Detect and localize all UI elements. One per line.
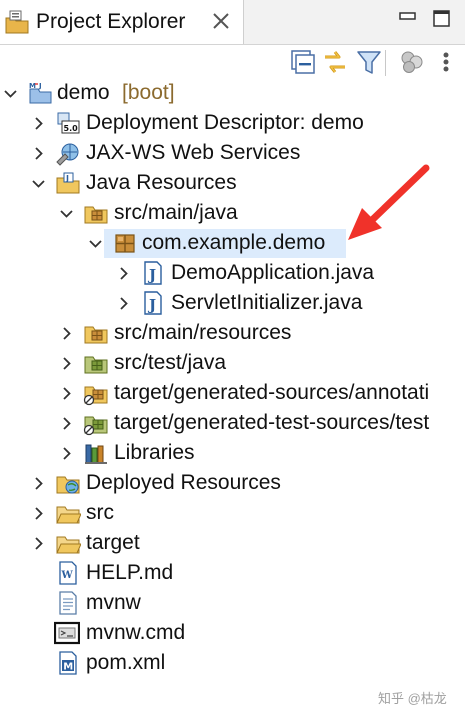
tree-item-label: src/main/resources	[114, 321, 292, 344]
watermark: 知乎 @枯龙	[378, 691, 447, 706]
tree-item-label: target/generated-sources/annotati	[114, 381, 430, 404]
maven-pom-icon: M	[59, 651, 77, 675]
chevron-right-icon[interactable]	[117, 267, 130, 280]
web-services-icon	[56, 143, 79, 166]
source-folder-icon	[84, 206, 108, 224]
chevron-right-icon[interactable]	[60, 357, 73, 370]
tree-item-label: Deployment Descriptor: demo	[86, 111, 364, 134]
tree-item-label: DemoApplication.java	[171, 261, 375, 284]
project-name: demo	[57, 81, 110, 104]
tree-item-mvnw-cmd[interactable]: mvnw.cmd	[0, 618, 465, 648]
tree-item-generated-test-sources[interactable]: target/generated-test-sources/test	[0, 408, 465, 438]
maximize-icon[interactable]	[432, 8, 452, 28]
tree-item-pom-xml[interactable]: M pom.xml	[0, 648, 465, 678]
tree-item-label: target/generated-test-sources/test	[114, 411, 430, 434]
project-decoration: [boot]	[122, 81, 175, 104]
tree-item-label: src/test/java	[114, 351, 227, 374]
test-source-folder-icon	[84, 356, 108, 374]
link-with-editor-icon[interactable]	[321, 48, 349, 76]
header-separator	[0, 44, 465, 45]
tree-item-label: HELP.md	[86, 561, 174, 584]
text-file-icon	[59, 591, 77, 615]
view-tab-bar: Project Explorer	[0, 0, 465, 44]
chevron-right-icon[interactable]	[117, 297, 130, 310]
tree-item-src-main-resources[interactable]: src/main/resources	[0, 318, 465, 348]
tree-item-src-folder[interactable]: src	[0, 498, 465, 528]
chevron-right-icon[interactable]	[60, 447, 73, 460]
tree-item-mvnw[interactable]: mvnw	[0, 588, 465, 618]
view-menu-icon[interactable]	[398, 48, 426, 76]
tree-item-label: Deployed Resources	[86, 471, 281, 494]
tree-item-deployment-descriptor[interactable]: 5.0 Deployment Descriptor: demo	[0, 108, 465, 138]
package-icon	[115, 234, 135, 253]
tree-item-help-md[interactable]: W HELP.md	[0, 558, 465, 588]
deployed-resources-icon	[56, 476, 80, 494]
tree-item-label: src	[86, 501, 114, 524]
tree-item-label: Libraries	[114, 441, 195, 464]
folder-icon	[56, 536, 81, 554]
tree-item-servlet-initializer-java[interactable]: J ServletInitializer.java	[0, 288, 465, 318]
tree-item-demo-project[interactable]: M J demo [boot]	[0, 78, 465, 108]
svg-text:M: M	[63, 662, 73, 673]
tab-project-explorer[interactable]: Project Explorer	[0, 0, 244, 44]
filter-icon[interactable]	[355, 48, 383, 76]
svg-text:W: W	[61, 570, 74, 581]
project-explorer-icon	[5, 10, 29, 34]
tree-item-label: JAX-WS Web Services	[86, 141, 301, 164]
tree-item-deployed-resources[interactable]: Deployed Resources	[0, 468, 465, 498]
folder-icon	[56, 506, 81, 524]
close-icon[interactable]	[208, 8, 234, 34]
tree-item-label: ServletInitializer.java	[171, 291, 363, 314]
markdown-file-icon: W	[59, 561, 77, 585]
chevron-right-icon[interactable]	[32, 147, 45, 160]
java-file-icon: J	[144, 261, 162, 285]
minimize-icon[interactable]	[398, 8, 418, 28]
chevron-down-icon[interactable]	[32, 177, 45, 190]
chevron-right-icon[interactable]	[32, 537, 45, 550]
tree-item-label: target	[86, 531, 140, 554]
chevron-down-icon[interactable]	[60, 207, 73, 220]
chevron-right-icon[interactable]	[60, 327, 73, 340]
generated-test-source-folder-icon	[83, 416, 108, 436]
tree-item-label: com.example.demo	[142, 231, 326, 254]
chevron-right-icon[interactable]	[32, 507, 45, 520]
chevron-right-icon[interactable]	[32, 477, 45, 490]
java-file-icon: J	[144, 291, 162, 315]
svg-text:J: J	[38, 82, 42, 90]
svg-text:M: M	[29, 82, 36, 90]
tree-item-label: mvnw.cmd	[86, 621, 186, 644]
java-resources-icon: J	[56, 172, 80, 194]
tree-item-label: pom.xml	[86, 651, 166, 674]
tree-item-label: mvnw	[86, 591, 141, 614]
view-title: Project Explorer	[36, 10, 186, 33]
boot-project-icon: M J	[29, 82, 52, 104]
tree-item-generated-sources[interactable]: target/generated-sources/annotati	[0, 378, 465, 408]
red-arrow-icon	[348, 164, 430, 240]
svg-text:J: J	[65, 174, 69, 183]
tree-item-demo-application-java[interactable]: J DemoApplication.java	[0, 258, 465, 288]
chevron-down-icon[interactable]	[4, 87, 17, 100]
cmd-file-icon	[54, 621, 80, 645]
svg-text:5.0: 5.0	[64, 124, 79, 133]
svg-text:J: J	[147, 266, 156, 284]
tree-item-libraries[interactable]: Libraries	[0, 438, 465, 468]
tree-item-src-test-java[interactable]: src/test/java	[0, 348, 465, 378]
chevron-right-icon[interactable]	[60, 387, 73, 400]
chevron-right-icon[interactable]	[32, 117, 45, 130]
chevron-down-icon[interactable]	[89, 237, 102, 250]
libraries-icon	[85, 444, 107, 464]
svg-text:J: J	[147, 296, 156, 314]
collapse-all-icon[interactable]	[289, 48, 317, 76]
tree-item-target-folder[interactable]: target	[0, 528, 465, 558]
generated-source-folder-icon	[83, 386, 108, 406]
view-menu-icon[interactable]	[432, 48, 460, 76]
toolbar-separator	[385, 50, 386, 76]
source-folder-icon	[84, 326, 108, 344]
deployment-descriptor-icon: 5.0	[57, 112, 80, 134]
tree-item-label: src/main/java	[114, 201, 238, 224]
tree-item-label: Java Resources	[86, 171, 237, 194]
chevron-right-icon[interactable]	[60, 417, 73, 430]
